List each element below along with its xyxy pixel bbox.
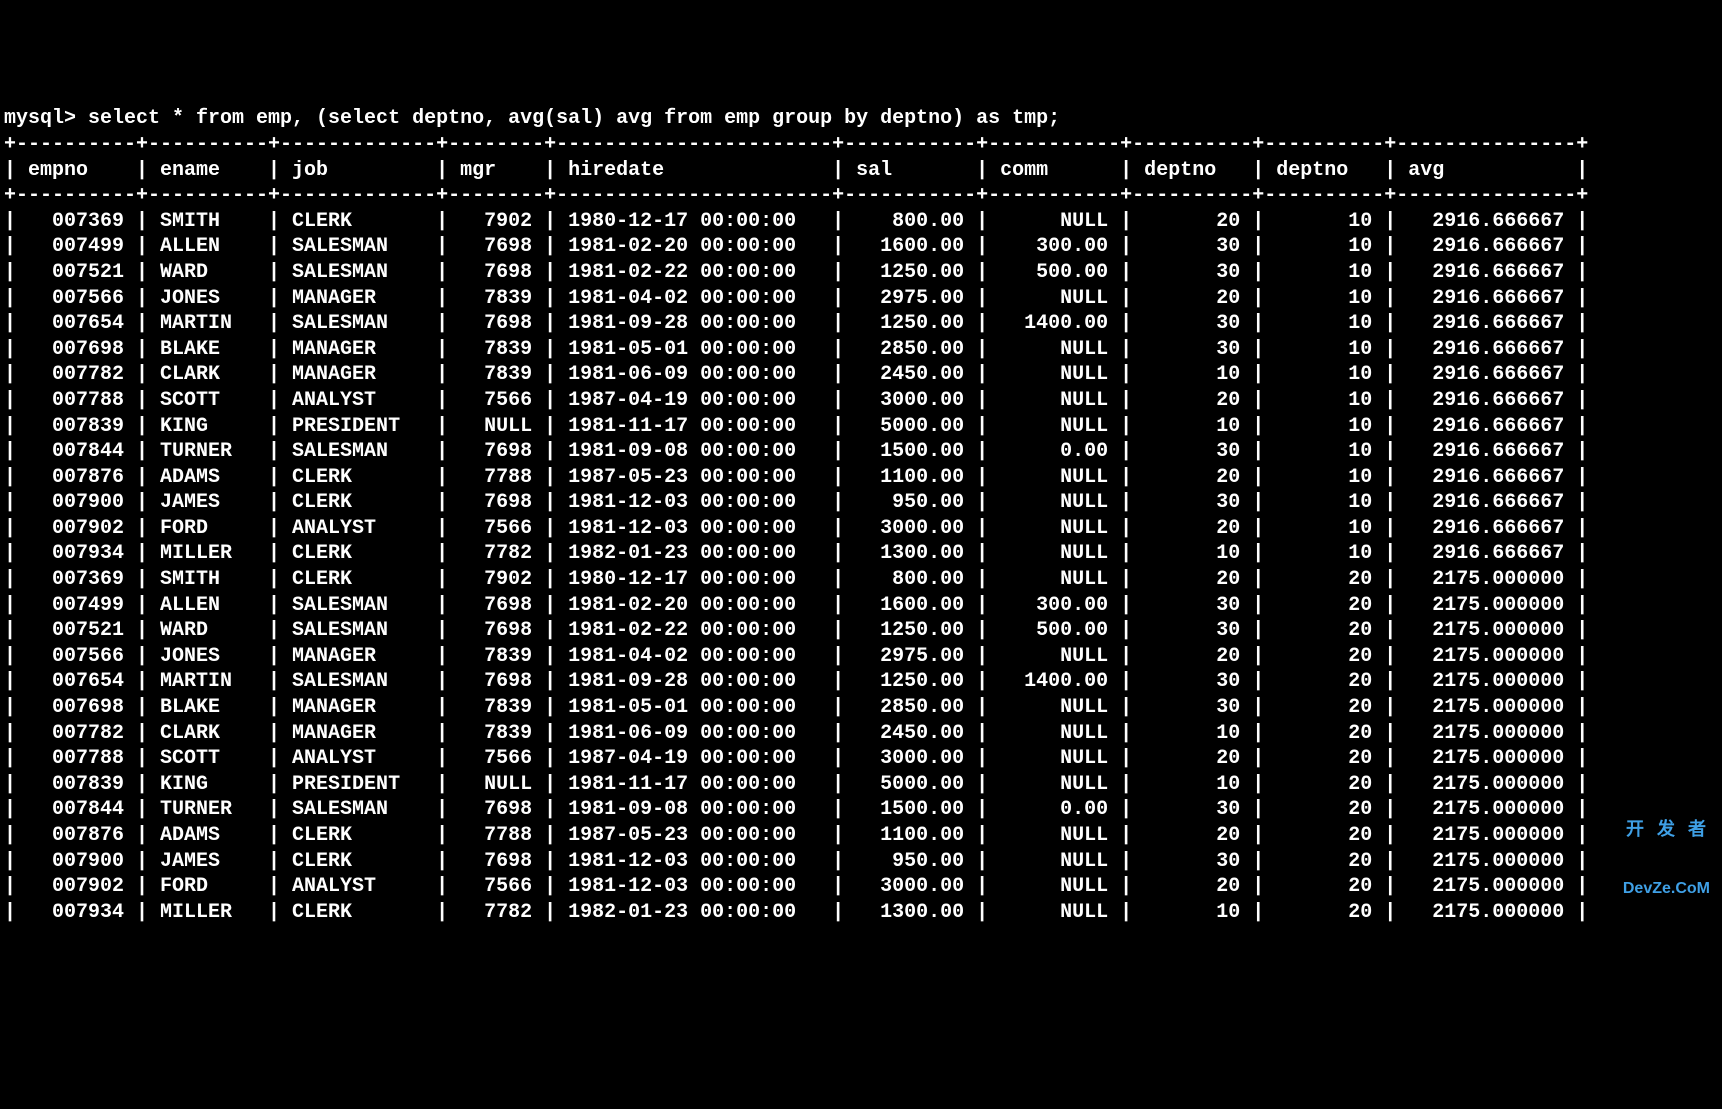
watermark-line2: DevZe.CoM bbox=[1623, 880, 1710, 898]
watermark: 开 发 者 DevZe.CoM bbox=[1623, 781, 1710, 917]
watermark-line1: 开 发 者 bbox=[1623, 820, 1710, 840]
terminal-output: mysql> select * from emp, (select deptno… bbox=[4, 107, 1588, 923]
